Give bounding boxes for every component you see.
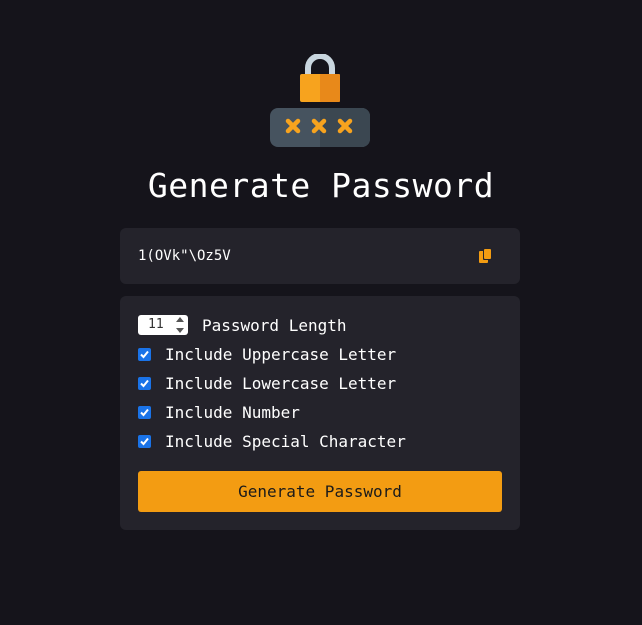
checkmark-icon [140, 437, 149, 445]
generated-password: 1(OVk"\Oz5V [138, 248, 231, 264]
special-checkbox[interactable] [138, 434, 151, 448]
lock-asterisks-icon [270, 54, 370, 147]
password-result-box: 1(OVk"\Oz5V [120, 228, 520, 284]
option-lowercase: Include Lowercase Letter [138, 372, 396, 394]
length-row: 11 Password Length [138, 314, 347, 336]
lowercase-checkbox[interactable] [138, 376, 151, 390]
page-title: Generate Password [147, 166, 495, 205]
checkmark-icon [140, 379, 149, 387]
app-root: Generate Password 1(OVk"\Oz5V 11 Passwor… [0, 0, 642, 625]
checkmark-icon [140, 408, 149, 416]
generate-password-button[interactable]: Generate Password [138, 471, 502, 512]
lowercase-label[interactable]: Include Lowercase Letter [165, 374, 396, 393]
number-label[interactable]: Include Number [165, 403, 300, 422]
uppercase-checkbox[interactable] [138, 347, 151, 361]
length-stepper[interactable]: 11 [138, 315, 188, 335]
uppercase-label[interactable]: Include Uppercase Letter [165, 345, 396, 364]
option-uppercase: Include Uppercase Letter [138, 343, 396, 365]
number-checkbox[interactable] [138, 405, 151, 419]
settings-panel: 11 Password Length Include Uppercase Let… [120, 296, 520, 530]
chevron-up-icon[interactable] [176, 317, 184, 322]
length-value: 11 [148, 317, 164, 332]
checkmark-icon [140, 350, 149, 358]
stepper-arrows[interactable] [175, 317, 185, 333]
copy-icon[interactable] [477, 247, 495, 265]
option-number: Include Number [138, 401, 300, 423]
option-special: Include Special Character [138, 430, 406, 452]
special-label[interactable]: Include Special Character [165, 432, 406, 451]
length-label: Password Length [202, 315, 347, 335]
chevron-down-icon[interactable] [176, 328, 184, 333]
